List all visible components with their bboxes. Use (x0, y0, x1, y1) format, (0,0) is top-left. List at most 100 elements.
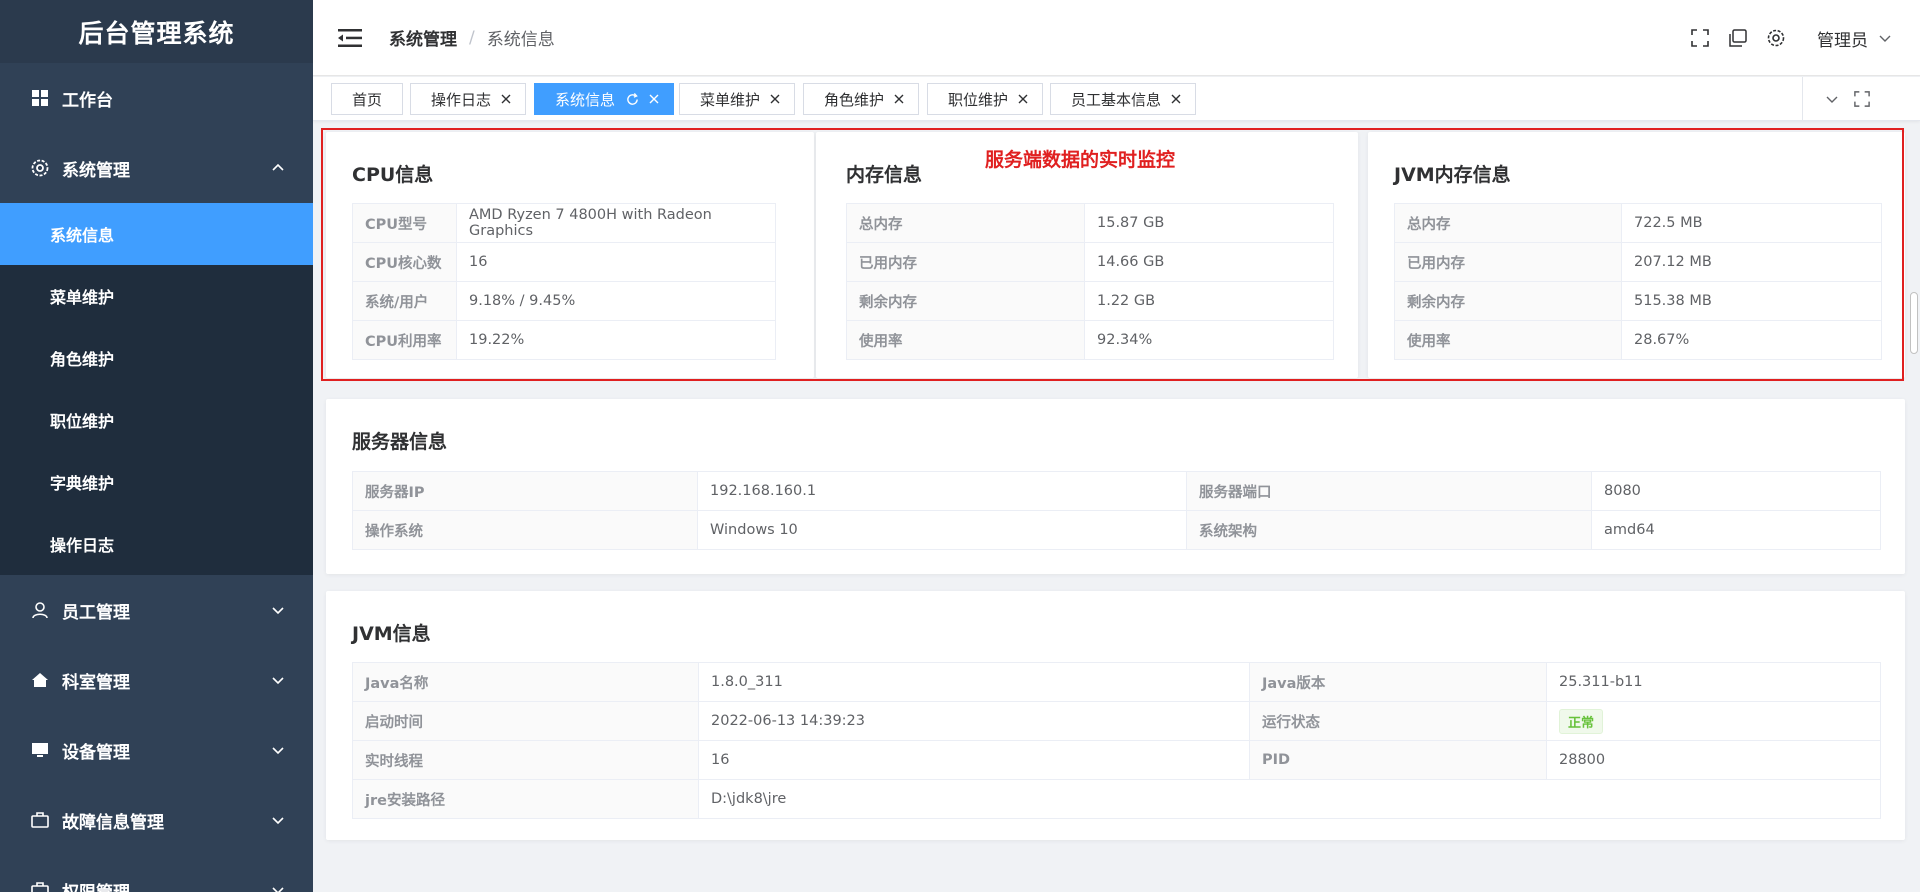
row-label: PID (1249, 740, 1547, 780)
table-row: jre安装路径 D:\jdk8\jre (352, 779, 1881, 819)
row-label: 剩余内存 (846, 281, 1085, 321)
table-row: 实时线程 16 PID 28800 (352, 740, 1881, 780)
row-label: 操作系统 (352, 510, 698, 550)
row-label: Java名称 (352, 662, 699, 702)
copy-icon[interactable] (1727, 27, 1749, 49)
row-label: 已用内存 (1394, 242, 1622, 282)
row-value: 1.22 GB (1084, 281, 1334, 321)
app-logo: 后台管理系统 (0, 0, 313, 63)
sidebar-item-menu[interactable]: 菜单维护 (0, 265, 313, 327)
sidebar-item-sysinfo[interactable]: 系统信息 (0, 203, 313, 265)
settings-icon[interactable] (1765, 27, 1787, 49)
row-value: 8080 (1591, 471, 1881, 511)
table-row: Java名称 1.8.0_311 Java版本 25.311-b11 (352, 662, 1881, 702)
table-row: 启动时间 2022-06-13 14:39:23 运行状态 正常 (352, 701, 1881, 741)
row-label: CPU利用率 (352, 320, 457, 360)
row-label: 使用率 (1394, 320, 1622, 360)
row-value: 1.8.0_311 (698, 662, 1250, 702)
table-row: 剩余内存 515.38 MB (1394, 281, 1882, 321)
breadcrumb-item: 系统信息 (486, 30, 555, 50)
fullscreen-icon[interactable] (1689, 27, 1711, 49)
row-label: 服务器端口 (1186, 471, 1592, 511)
sidebar-item-label: 员工管理 (62, 602, 130, 623)
sidebar-item-workbench[interactable]: 工作台 (0, 63, 313, 133)
sidebar-item-permission[interactable]: 权限管理 (0, 855, 313, 892)
table-row: CPU型号 AMD Ryzen 7 4800H with Radeon Graph… (352, 203, 776, 243)
breadcrumb-item[interactable]: 系统管理 (389, 25, 457, 50)
refresh-icon[interactable] (625, 92, 639, 106)
table-row: 使用率 92.34% (846, 320, 1334, 360)
row-value: 9.18% / 9.45% (456, 281, 776, 321)
close-icon[interactable] (892, 92, 906, 106)
username: 管理员 (1817, 30, 1868, 51)
card-title: JVM信息 (352, 623, 431, 645)
sidebar-item-department[interactable]: 科室管理 (0, 645, 313, 715)
close-icon[interactable] (1016, 92, 1030, 106)
user-icon (30, 600, 50, 620)
table-row: 总内存 15.87 GB (846, 203, 1334, 243)
annotation-label: 服务端数据的实时监控 (985, 149, 1176, 171)
scrollbar-thumb[interactable] (1910, 292, 1918, 354)
sidebar-item-label: 工作台 (62, 90, 113, 111)
tag-label: 角色维护 (824, 90, 885, 109)
sidebar-item-employee[interactable]: 员工管理 (0, 575, 313, 645)
tag-sysinfo[interactable]: 系统信息 (534, 83, 675, 115)
row-value: 28.67% (1621, 320, 1882, 360)
tag-position[interactable]: 职位维护 (927, 83, 1044, 115)
sidebar-item-position[interactable]: 职位维护 (0, 389, 313, 451)
sidebar-item-device[interactable]: 设备管理 (0, 715, 313, 785)
header-toolbar: 管理员 (1673, 0, 1892, 76)
row-label: 启动时间 (352, 701, 699, 741)
row-label: CPU核心数 (352, 242, 457, 282)
chevron-up-icon (272, 163, 284, 171)
sidebar-item-fault[interactable]: 故障信息管理 (0, 785, 313, 855)
row-value: D:\jdk8\jre (698, 779, 1881, 819)
tags-view: 首页 操作日志 系统信息 菜单维护 角色维护 职位维护 员工基本信息 (313, 77, 1920, 121)
fullscreen-icon[interactable] (1853, 90, 1871, 108)
breadcrumb: 系统管理 / 系统信息 (389, 25, 555, 51)
monitor-icon (30, 740, 50, 760)
jvm-memory-table: 总内存 722.5 MB 已用内存 207.12 MB 剩余内存 515.38 MB … (1394, 203, 1882, 360)
cpu-card: CPU信息 CPU型号 AMD Ryzen 7 4800H with Radeon… (326, 132, 814, 378)
server-card: 服务器信息 服务器IP 192.168.160.1 服务器端口 8080 操作系… (326, 399, 1905, 574)
row-label: CPU型号 (352, 203, 457, 243)
hamburger-icon[interactable] (337, 25, 363, 51)
tag-role[interactable]: 角色维护 (803, 83, 920, 115)
sidebar-item-role[interactable]: 角色维护 (0, 327, 313, 389)
sidebar-item-dict[interactable]: 字典维护 (0, 451, 313, 513)
row-value: 16 (456, 242, 776, 282)
breadcrumb-separator: / (469, 27, 475, 48)
user-menu[interactable]: 管理员 (1817, 26, 1892, 51)
table-row: 服务器IP 192.168.160.1 服务器端口 8080 (352, 471, 1881, 511)
sidebar-item-label: 科室管理 (62, 672, 130, 693)
row-label: 已用内存 (846, 242, 1085, 282)
close-icon[interactable] (647, 92, 661, 106)
row-value: 207.12 MB (1621, 242, 1882, 282)
tag-label: 菜单维护 (700, 90, 761, 109)
close-icon[interactable] (768, 92, 782, 106)
tag-oplog[interactable]: 操作日志 (410, 83, 527, 115)
chevron-down-icon[interactable] (1823, 90, 1841, 108)
close-icon[interactable] (499, 92, 513, 106)
home-icon (30, 670, 50, 690)
scrollbar[interactable] (1906, 122, 1920, 892)
tag-home[interactable]: 首页 (331, 83, 404, 115)
row-label: 实时线程 (352, 740, 699, 780)
row-value: 16 (698, 740, 1250, 780)
row-value: amd64 (1591, 510, 1881, 550)
row-value: 2022-06-13 14:39:23 (698, 701, 1250, 741)
chevron-down-icon (272, 887, 284, 892)
table-row: 总内存 722.5 MB (1394, 203, 1882, 243)
tag-menu[interactable]: 菜单维护 (679, 83, 796, 115)
sidebar-item-system[interactable]: 系统管理 (0, 133, 313, 203)
top-header: 系统管理 / 系统信息 管理员 (313, 0, 1920, 76)
sidebar-item-label: 系统管理 (62, 160, 130, 181)
card-title: 内存信息 (846, 164, 923, 186)
close-icon[interactable] (1169, 92, 1183, 106)
grid-icon (30, 88, 50, 108)
sidebar-item-label: 设备管理 (62, 742, 130, 763)
row-value: 722.5 MB (1621, 203, 1882, 243)
tag-employee-info[interactable]: 员工基本信息 (1050, 83, 1197, 115)
sidebar-item-oplog[interactable]: 操作日志 (0, 513, 313, 575)
row-value: 28800 (1546, 740, 1881, 780)
